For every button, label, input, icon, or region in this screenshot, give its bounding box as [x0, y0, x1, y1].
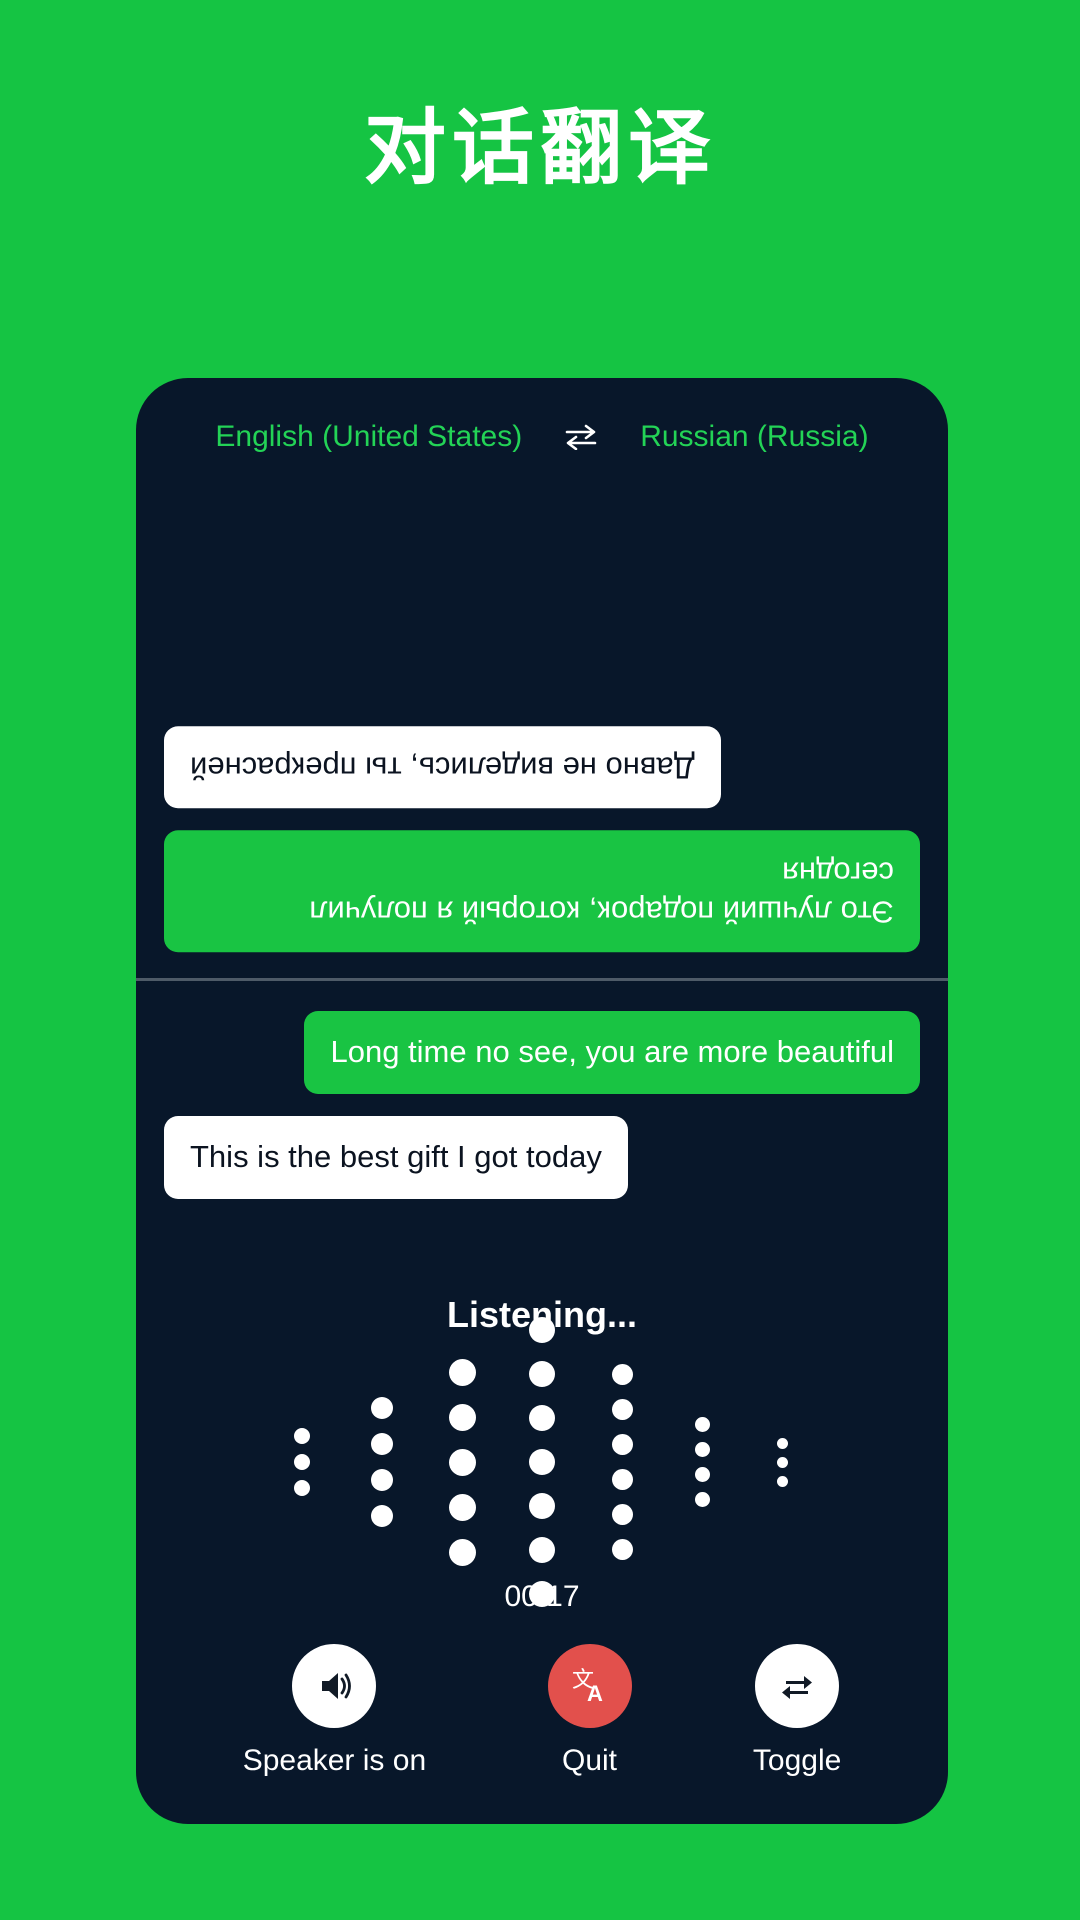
swap-repeat-icon [755, 1644, 840, 1728]
swap-horizontal-icon[interactable] [564, 424, 598, 450]
waveform-dot [694, 1417, 710, 1432]
waveform-dot [529, 1449, 555, 1475]
waveform-dot [611, 1504, 633, 1525]
waveform-dot [529, 1405, 555, 1431]
svg-text:A: A [587, 1681, 603, 1706]
message-bubble[interactable]: Long time no see, you are more beautiful [304, 1011, 920, 1094]
waveform-column [662, 1412, 742, 1512]
page-title: 对话翻译 [363, 101, 716, 196]
waveform-dot [448, 1358, 476, 1386]
waveform-dot [448, 1493, 476, 1521]
source-language-selector[interactable]: English (United States) [215, 420, 522, 454]
language-bar: English (United States) Russian (Russia) [136, 378, 948, 496]
waveform-dot [448, 1538, 476, 1566]
waveform-column [742, 1434, 822, 1491]
local-conversation-pane[interactable]: Long time no see, you are more beautiful… [136, 981, 948, 1294]
waveform-dot [776, 1456, 788, 1468]
waveform-dot [448, 1448, 476, 1476]
waveform-dot [371, 1505, 393, 1527]
waveform-column [502, 1308, 582, 1616]
waveform-dot [694, 1467, 710, 1482]
waveform-dot [529, 1361, 555, 1387]
message-bubble[interactable]: Это лучший подарок, который я получил се… [164, 830, 920, 952]
waveform-dot [371, 1433, 393, 1455]
phone-card: English (United States) Russian (Russia)… [136, 378, 948, 1824]
remote-conversation-pane[interactable]: Это лучший подарок, который я получил се… [136, 496, 948, 978]
waveform-dot [371, 1469, 393, 1491]
waveform-dot [529, 1317, 555, 1343]
waveform-dot [694, 1492, 710, 1507]
remote-bubble-list: Это лучший подарок, который я получил се… [164, 725, 920, 952]
message-bubble[interactable]: Давно не виделись, ты прекрасней [164, 725, 721, 809]
toggle-label: Toggle [752, 1744, 842, 1777]
control-bar: Speaker is on 文 A Quit Toggle [136, 1644, 948, 1824]
waveform-dot [611, 1469, 633, 1490]
waveform-dot [294, 1428, 310, 1444]
toggle-button[interactable]: Toggle [753, 1644, 841, 1778]
waveform-dot [776, 1437, 788, 1449]
waveform-dot [611, 1364, 633, 1385]
waveform-dot [448, 1403, 476, 1431]
target-language-selector[interactable]: Russian (Russia) [640, 420, 868, 454]
waveform-dot [776, 1475, 788, 1487]
quit-label: Quit [562, 1744, 618, 1777]
waveform-dot [611, 1539, 633, 1560]
waveform-dot [371, 1397, 393, 1419]
audio-waveform [262, 1317, 822, 1607]
waveform-dot [694, 1442, 710, 1457]
translate-icon: 文 A [547, 1644, 632, 1728]
quit-button[interactable]: 文 A Quit [547, 1644, 632, 1778]
waveform-column [582, 1357, 662, 1567]
waveform-column [342, 1390, 422, 1534]
waveform-dot [611, 1434, 633, 1455]
local-bubble-list: Long time no see, you are more beautiful… [164, 1011, 920, 1199]
waveform-dot [294, 1454, 310, 1470]
waveform-column [262, 1423, 342, 1501]
recording-timer: 00:17 [504, 1580, 580, 1613]
waveform-column [422, 1350, 502, 1575]
waveform-dot [529, 1493, 555, 1519]
speaker-toggle-button[interactable]: Speaker is on [243, 1644, 426, 1778]
waveform-dot [294, 1480, 310, 1496]
listening-area: Listening... 00:17 [136, 1294, 948, 1644]
message-bubble[interactable]: This is the best gift I got today [164, 1115, 628, 1199]
speaker-on-icon [292, 1644, 377, 1728]
speaker-toggle-label: Speaker is on [242, 1744, 427, 1777]
waveform-dot [529, 1537, 555, 1563]
waveform-dot [611, 1399, 633, 1420]
